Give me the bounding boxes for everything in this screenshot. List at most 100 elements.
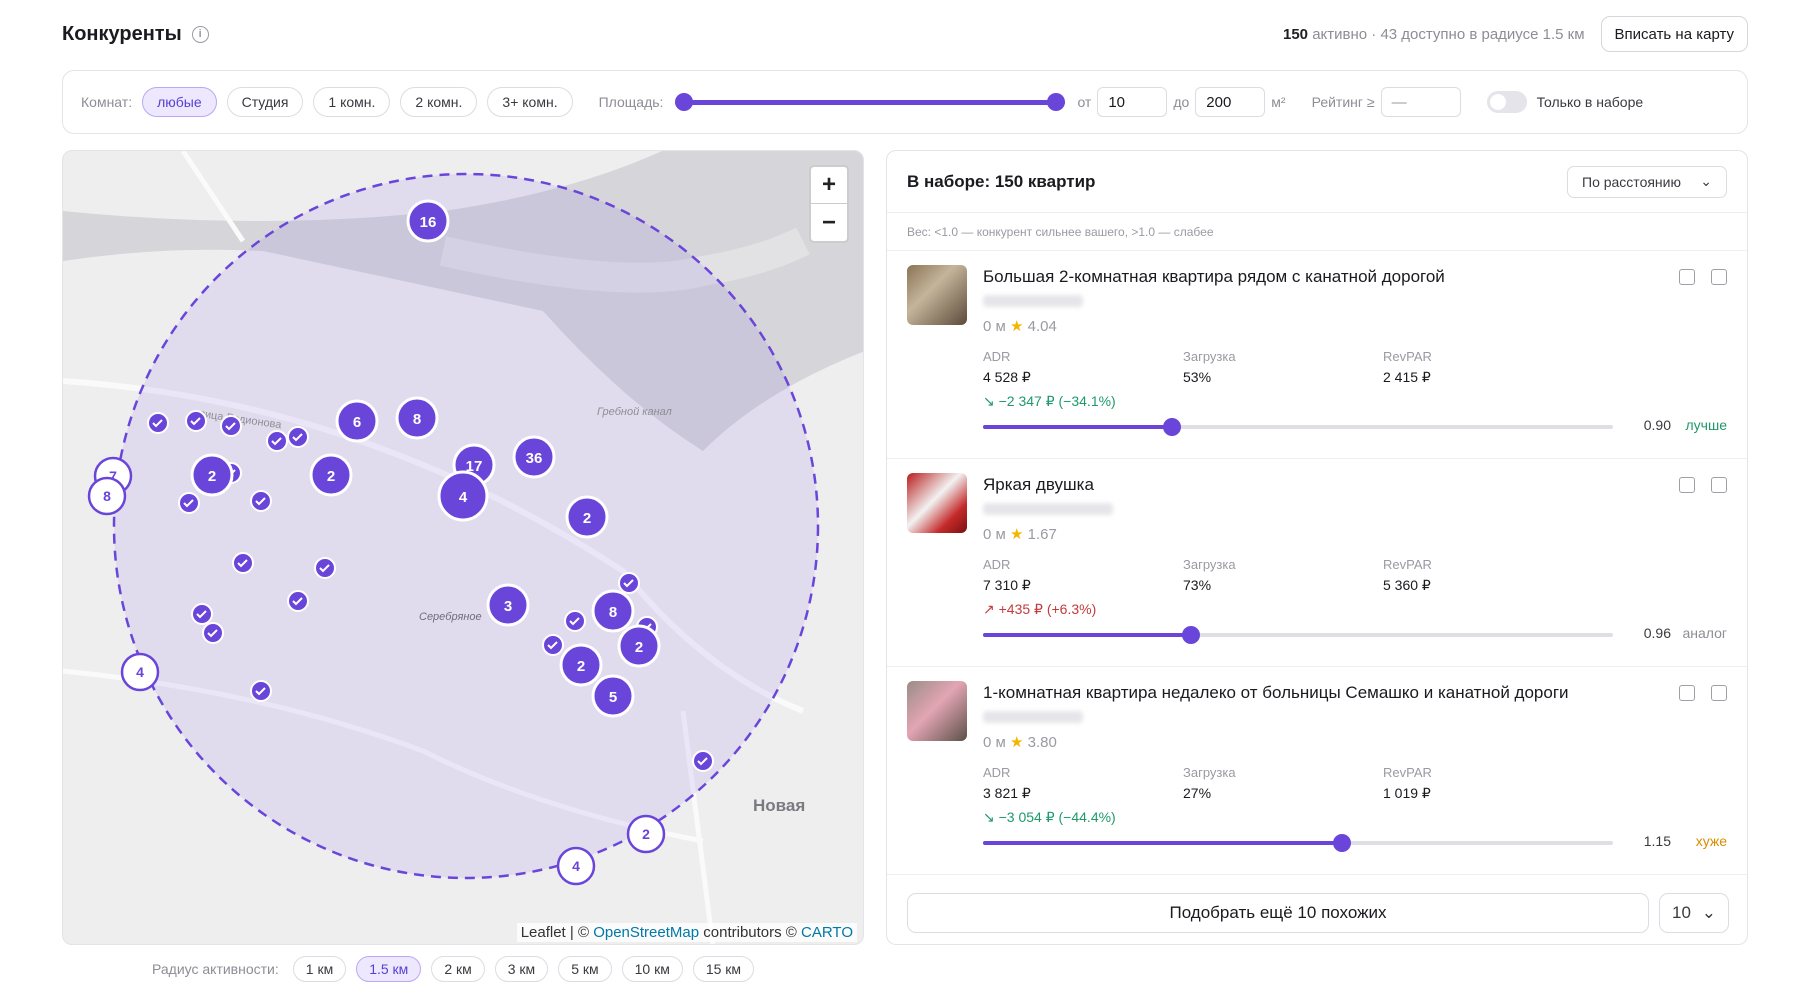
metric-adr: ADR 7 310 ₽ (983, 557, 1183, 594)
check-marker[interactable] (178, 492, 200, 514)
cluster-4-center[interactable]: 4 (437, 470, 489, 522)
cluster-3[interactable]: 3 (486, 583, 530, 627)
zoom-out-button[interactable]: − (811, 204, 847, 241)
weight-slider-handle[interactable] (1181, 626, 1200, 644)
zoom-control: + − (809, 165, 849, 243)
check-marker[interactable] (692, 750, 714, 772)
area-range-slider[interactable] (675, 92, 1066, 112)
cluster-8-east[interactable]: 8 (591, 589, 635, 633)
find-more-button[interactable]: Подобрать ещё 10 похожих (907, 893, 1649, 933)
cluster-5[interactable]: 5 (591, 674, 635, 718)
check-marker[interactable] (618, 572, 640, 594)
listing-thumbnail[interactable] (907, 681, 967, 741)
zoom-in-button[interactable]: + (811, 167, 847, 204)
area-from-input[interactable]: 10 (1097, 87, 1168, 117)
radius-chip-10km[interactable]: 10 км (621, 956, 683, 982)
rooms-chip-studio[interactable]: Студия (226, 87, 304, 117)
check-marker[interactable] (287, 426, 309, 448)
area-min-handle[interactable] (675, 93, 694, 111)
check-marker[interactable] (147, 412, 169, 434)
cluster-2-south[interactable]: 2 (559, 643, 603, 687)
info-icon[interactable]: i (191, 25, 209, 43)
cluster-4-outline-west[interactable]: 4 (120, 652, 160, 692)
metric-label: Загрузка (1183, 557, 1236, 572)
check-marker[interactable] (191, 603, 213, 625)
area-max-handle[interactable] (1047, 93, 1066, 111)
weight-slider[interactable] (983, 625, 1613, 645)
radius-chip-3km[interactable]: 3 км (494, 956, 549, 982)
cluster-6[interactable]: 6 (335, 399, 379, 443)
cluster-2-west[interactable]: 2 (190, 453, 234, 497)
check-marker[interactable] (202, 622, 224, 644)
new-district-label: Новая (753, 796, 805, 815)
metric-label: ADR (983, 557, 1011, 572)
osm-link[interactable]: OpenStreetMap (593, 924, 699, 941)
cluster-count: 5 (609, 689, 617, 706)
metric-label: ADR (983, 349, 1011, 364)
check-marker[interactable] (564, 610, 586, 632)
cluster-16[interactable]: 16 (406, 199, 450, 243)
external-link-icon[interactable] (1679, 477, 1695, 493)
metric-value: 53% (1183, 369, 1212, 385)
check-marker[interactable] (220, 415, 242, 437)
listing-title[interactable]: 1-комнатная квартира недалеко от больниц… (983, 683, 1569, 703)
area-to-input[interactable]: 200 (1195, 87, 1266, 117)
weight-slider-handle[interactable] (1163, 418, 1181, 436)
weight-slider[interactable] (983, 833, 1613, 853)
radius-chip-5km[interactable]: 5 км (558, 956, 612, 982)
cluster-8-outline[interactable]: 8 (87, 476, 127, 516)
rooms-chip-any[interactable]: любые (142, 87, 217, 117)
radius-chip-15km[interactable]: 15 км (692, 956, 755, 982)
cluster-8[interactable]: 8 (395, 396, 439, 440)
page-title: Конкуренты (62, 22, 182, 45)
listing-thumbnail[interactable] (907, 265, 967, 325)
check-marker[interactable] (266, 430, 288, 452)
rooms-chip-3plus[interactable]: 3+ комн. (487, 87, 573, 117)
area-unit: м² (1271, 94, 1286, 110)
listing-title[interactable]: Большая 2-комнатная квартира рядом с кан… (983, 267, 1445, 287)
rating-input[interactable]: — (1380, 87, 1461, 117)
cluster-count: 2 (635, 639, 643, 656)
rooms-chip-2[interactable]: 2 комн. (400, 87, 478, 117)
weight-slider[interactable] (983, 417, 1613, 437)
cluster-2-east[interactable]: 2 (565, 495, 609, 539)
check-marker[interactable] (287, 590, 309, 612)
check-marker[interactable] (250, 490, 272, 512)
rooms-chip-1[interactable]: 1 комн. (313, 87, 391, 117)
cluster-count: 16 (420, 214, 437, 231)
trash-icon[interactable] (1711, 269, 1727, 285)
competitor-item: Большая 2-комнатная квартира рядом с кан… (887, 251, 1747, 459)
fit-to-map-button[interactable]: Вписать на карту (1600, 16, 1748, 52)
check-marker[interactable] (250, 680, 272, 702)
cluster-2-southeast[interactable]: 2 (617, 624, 661, 668)
cluster-2-mid[interactable]: 2 (309, 453, 353, 497)
trash-icon[interactable] (1711, 685, 1727, 701)
check-marker[interactable] (232, 552, 254, 574)
radius-chip-1km[interactable]: 1 км (292, 956, 347, 982)
cluster-2-outline-south[interactable]: 2 (626, 814, 666, 854)
area-to-label: до (1173, 94, 1190, 110)
metric-revpar: RevPAR 5 360 ₽ (1383, 557, 1583, 594)
check-marker[interactable] (314, 557, 336, 579)
count-select[interactable]: 10 ⌄ (1659, 893, 1729, 933)
external-link-icon[interactable] (1679, 269, 1695, 285)
metric-label: ADR (983, 765, 1011, 780)
trash-icon[interactable] (1711, 477, 1727, 493)
sort-select[interactable]: По расстоянию ⌄ (1567, 165, 1727, 198)
weight-slider-handle[interactable] (1333, 834, 1352, 852)
radius-chip-1-5km[interactable]: 1.5 км (356, 956, 422, 982)
check-marker[interactable] (542, 634, 564, 656)
cluster-4-outline-south[interactable]: 4 (556, 846, 596, 886)
map-canvas[interactable]: Гребной канал Серебряное Новая улица Род… (63, 151, 864, 945)
only-in-set-toggle[interactable] (1486, 91, 1527, 113)
radius-chip-2km[interactable]: 2 км (431, 956, 485, 982)
listing-title[interactable]: Яркая двушка (983, 475, 1094, 495)
carto-link[interactable]: CARTO (801, 924, 853, 941)
cluster-36[interactable]: 36 (512, 435, 556, 479)
competitors-map[interactable]: Гребной канал Серебряное Новая улица Род… (62, 150, 864, 945)
listing-metrics: ADR 4 528 ₽ Загрузка 53% RevPAR 2 415 ₽ (983, 349, 1583, 386)
metric-label: RevPAR (1383, 765, 1432, 780)
external-link-icon[interactable] (1679, 685, 1695, 701)
check-marker[interactable] (185, 410, 207, 432)
listing-thumbnail[interactable] (907, 473, 967, 533)
